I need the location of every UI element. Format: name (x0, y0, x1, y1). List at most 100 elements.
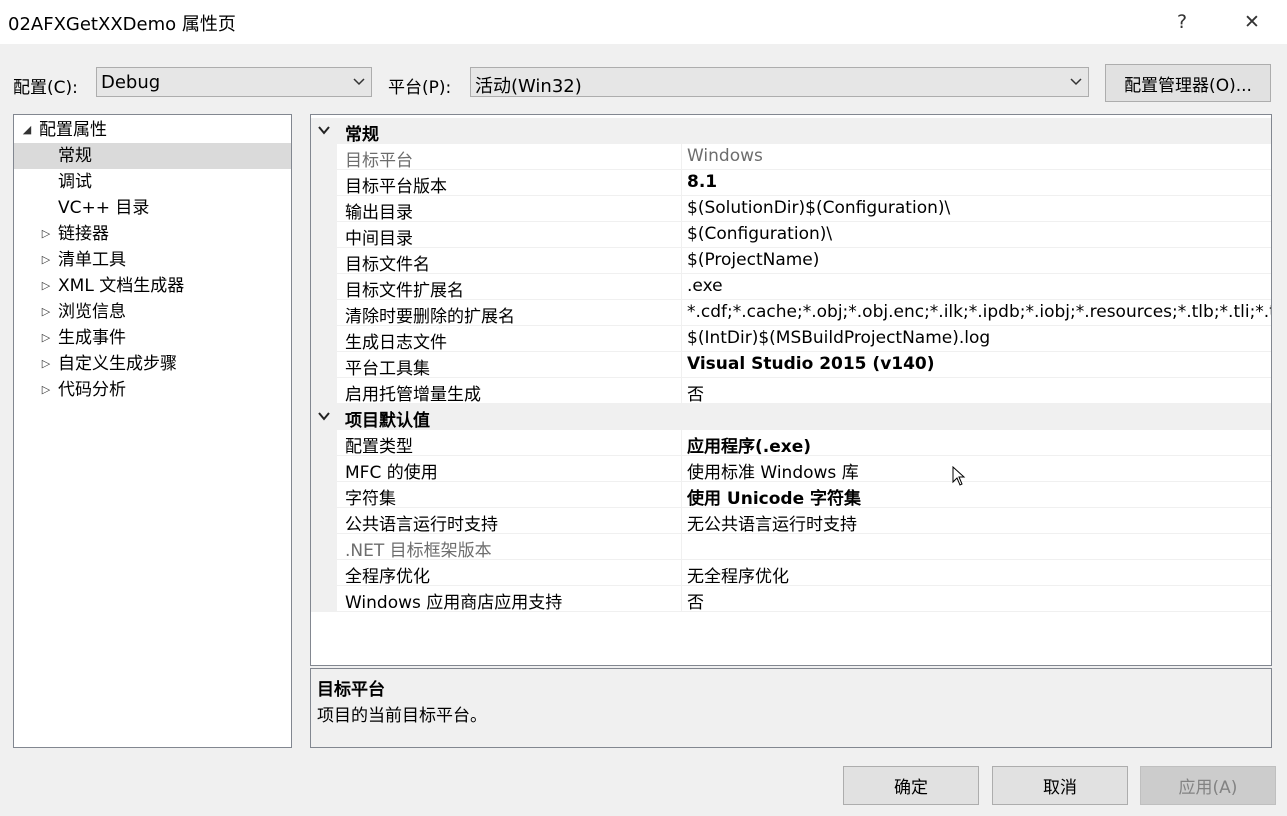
prop-value[interactable]: 使用标准 Windows 库 (687, 458, 1271, 483)
tree-item-config-properties[interactable]: ◢ 配置属性 (14, 117, 291, 143)
prop-value[interactable]: 无公共语言运行时支持 (687, 510, 1271, 535)
tree-item-label: 链接器 (58, 224, 109, 244)
close-icon: ✕ (1244, 11, 1260, 33)
prop-value[interactable]: $(SolutionDir)$(Configuration)\ (687, 198, 1271, 218)
tree-item-label: XML 文档生成器 (58, 276, 185, 296)
prop-row[interactable]: Windows 应用商店应用支持 否 (311, 586, 1271, 613)
tree-item-label: 自定义生成步骤 (58, 354, 177, 374)
tree-item-label: 配置属性 (39, 120, 107, 140)
prop-row[interactable]: MFC 的使用 使用标准 Windows 库 (311, 456, 1271, 483)
prop-name: 启用托管增量生成 (345, 385, 481, 405)
prop-row[interactable]: 输出目录 $(SolutionDir)$(Configuration)\ (311, 196, 1271, 223)
tree-item-browse-info[interactable]: ▷ 浏览信息 (14, 299, 291, 325)
prop-value[interactable]: Visual Studio 2015 (v140) (687, 354, 1271, 374)
prop-value[interactable]: 否 (687, 588, 1271, 613)
prop-row[interactable]: 公共语言运行时支持 无公共语言运行时支持 (311, 508, 1271, 535)
prop-name: 公共语言运行时支持 (345, 515, 498, 535)
category-project-defaults[interactable]: 项目默认值 (311, 404, 1271, 431)
config-manager-button[interactable]: 配置管理器(O)... (1105, 64, 1271, 102)
tree-item-label: 调试 (58, 172, 92, 192)
expand-icon[interactable]: ▷ (39, 273, 53, 299)
tree-item-general[interactable]: 常规 (14, 143, 291, 169)
apply-button[interactable]: 应用(A) (1140, 766, 1276, 805)
prop-name: .NET 目标框架版本 (345, 541, 492, 561)
chevron-down-icon[interactable] (317, 410, 331, 422)
prop-name: 目标文件扩展名 (345, 281, 464, 301)
prop-value[interactable]: $(Configuration)\ (687, 224, 1271, 244)
prop-name: 全程序优化 (345, 567, 430, 587)
tree-item-xml-doc-generator[interactable]: ▷ XML 文档生成器 (14, 273, 291, 299)
prop-row[interactable]: 字符集 使用 Unicode 字符集 (311, 482, 1271, 509)
cancel-button[interactable]: 取消 (992, 766, 1128, 805)
prop-row[interactable]: 平台工具集 Visual Studio 2015 (v140) (311, 352, 1271, 379)
column-divider (681, 352, 682, 378)
expand-icon[interactable]: ▷ (39, 299, 53, 325)
expand-icon[interactable]: ▷ (39, 325, 53, 351)
column-divider (681, 560, 682, 586)
ok-button[interactable]: 确定 (843, 766, 979, 805)
column-divider (681, 222, 682, 248)
chevron-down-icon[interactable] (317, 124, 331, 136)
help-button[interactable]: ? (1164, 6, 1200, 38)
chevron-down-icon (1070, 78, 1082, 86)
prop-name: Windows 应用商店应用支持 (345, 593, 563, 613)
config-combobox[interactable]: Debug (96, 67, 372, 97)
expand-icon[interactable]: ▷ (39, 247, 53, 273)
expand-icon[interactable]: ▷ (39, 377, 53, 403)
prop-row[interactable]: .NET 目标框架版本 (311, 534, 1271, 561)
description-text: 项目的当前目标平台。 (317, 706, 487, 726)
prop-value[interactable]: 应用程序(.exe) (687, 432, 1271, 457)
prop-value[interactable]: 使用 Unicode 字符集 (687, 484, 1271, 509)
prop-value[interactable]: *.cdf;*.cache;*.obj;*.obj.enc;*.ilk;*.ip… (687, 302, 1271, 322)
prop-row[interactable]: 目标文件名 $(ProjectName) (311, 248, 1271, 275)
row-gutter (311, 586, 337, 612)
collapse-icon[interactable]: ◢ (20, 117, 34, 143)
tree-item-custom-build-step[interactable]: ▷ 自定义生成步骤 (14, 351, 291, 377)
prop-row[interactable]: 中间目录 $(Configuration)\ (311, 222, 1271, 249)
prop-value[interactable]: 8.1 (687, 172, 1271, 192)
prop-value[interactable]: $(ProjectName) (687, 250, 1271, 270)
prop-row[interactable]: 全程序优化 无全程序优化 (311, 560, 1271, 587)
prop-row[interactable]: 配置类型 应用程序(.exe) (311, 430, 1271, 457)
expand-icon[interactable]: ▷ (39, 221, 53, 247)
prop-row[interactable]: 目标平台 Windows (311, 144, 1271, 171)
prop-name: MFC 的使用 (345, 463, 438, 483)
prop-row[interactable]: 目标平台版本 8.1 (311, 170, 1271, 197)
prop-name: 平台工具集 (345, 359, 430, 379)
prop-value[interactable]: Windows (687, 146, 1271, 166)
tree-item-vc-directories[interactable]: VC++ 目录 (14, 195, 291, 221)
column-divider (681, 586, 682, 612)
tree-item-label: VC++ 目录 (58, 198, 150, 218)
tree-item-linker[interactable]: ▷ 链接器 (14, 221, 291, 247)
tree-item-code-analysis[interactable]: ▷ 代码分析 (14, 377, 291, 403)
column-divider (681, 144, 682, 170)
prop-row[interactable]: 启用托管增量生成 否 (311, 378, 1271, 405)
category-label: 项目默认值 (345, 411, 430, 431)
prop-name: 生成日志文件 (345, 333, 447, 353)
prop-row[interactable]: 目标文件扩展名 .exe (311, 274, 1271, 301)
column-divider (681, 378, 682, 404)
tree-item-manifest-tool[interactable]: ▷ 清单工具 (14, 247, 291, 273)
prop-value[interactable]: .exe (687, 276, 1271, 296)
prop-value[interactable]: 否 (687, 380, 1271, 405)
mouse-cursor-icon (952, 466, 966, 486)
close-button[interactable]: ✕ (1234, 6, 1270, 38)
prop-name: 中间目录 (345, 229, 413, 249)
expand-icon[interactable]: ▷ (39, 351, 53, 377)
column-divider (681, 430, 682, 456)
prop-value[interactable]: $(IntDir)$(MSBuildProjectName).log (687, 328, 1271, 348)
tree-item-build-events[interactable]: ▷ 生成事件 (14, 325, 291, 351)
column-divider (681, 300, 682, 326)
row-gutter (311, 508, 337, 534)
prop-row[interactable]: 清除时要删除的扩展名 *.cdf;*.cache;*.obj;*.obj.enc;… (311, 300, 1271, 327)
category-general[interactable]: 常规 (311, 118, 1271, 145)
row-gutter (311, 144, 337, 170)
column-divider (681, 456, 682, 482)
column-divider (681, 196, 682, 222)
category-label: 常规 (345, 125, 379, 145)
platform-combobox[interactable]: 活动(Win32) (470, 67, 1089, 97)
tree-item-debugging[interactable]: 调试 (14, 169, 291, 195)
prop-name: 目标平台 (345, 151, 413, 171)
prop-value[interactable]: 无全程序优化 (687, 562, 1271, 587)
prop-row[interactable]: 生成日志文件 $(IntDir)$(MSBuildProjectName).log (311, 326, 1271, 353)
